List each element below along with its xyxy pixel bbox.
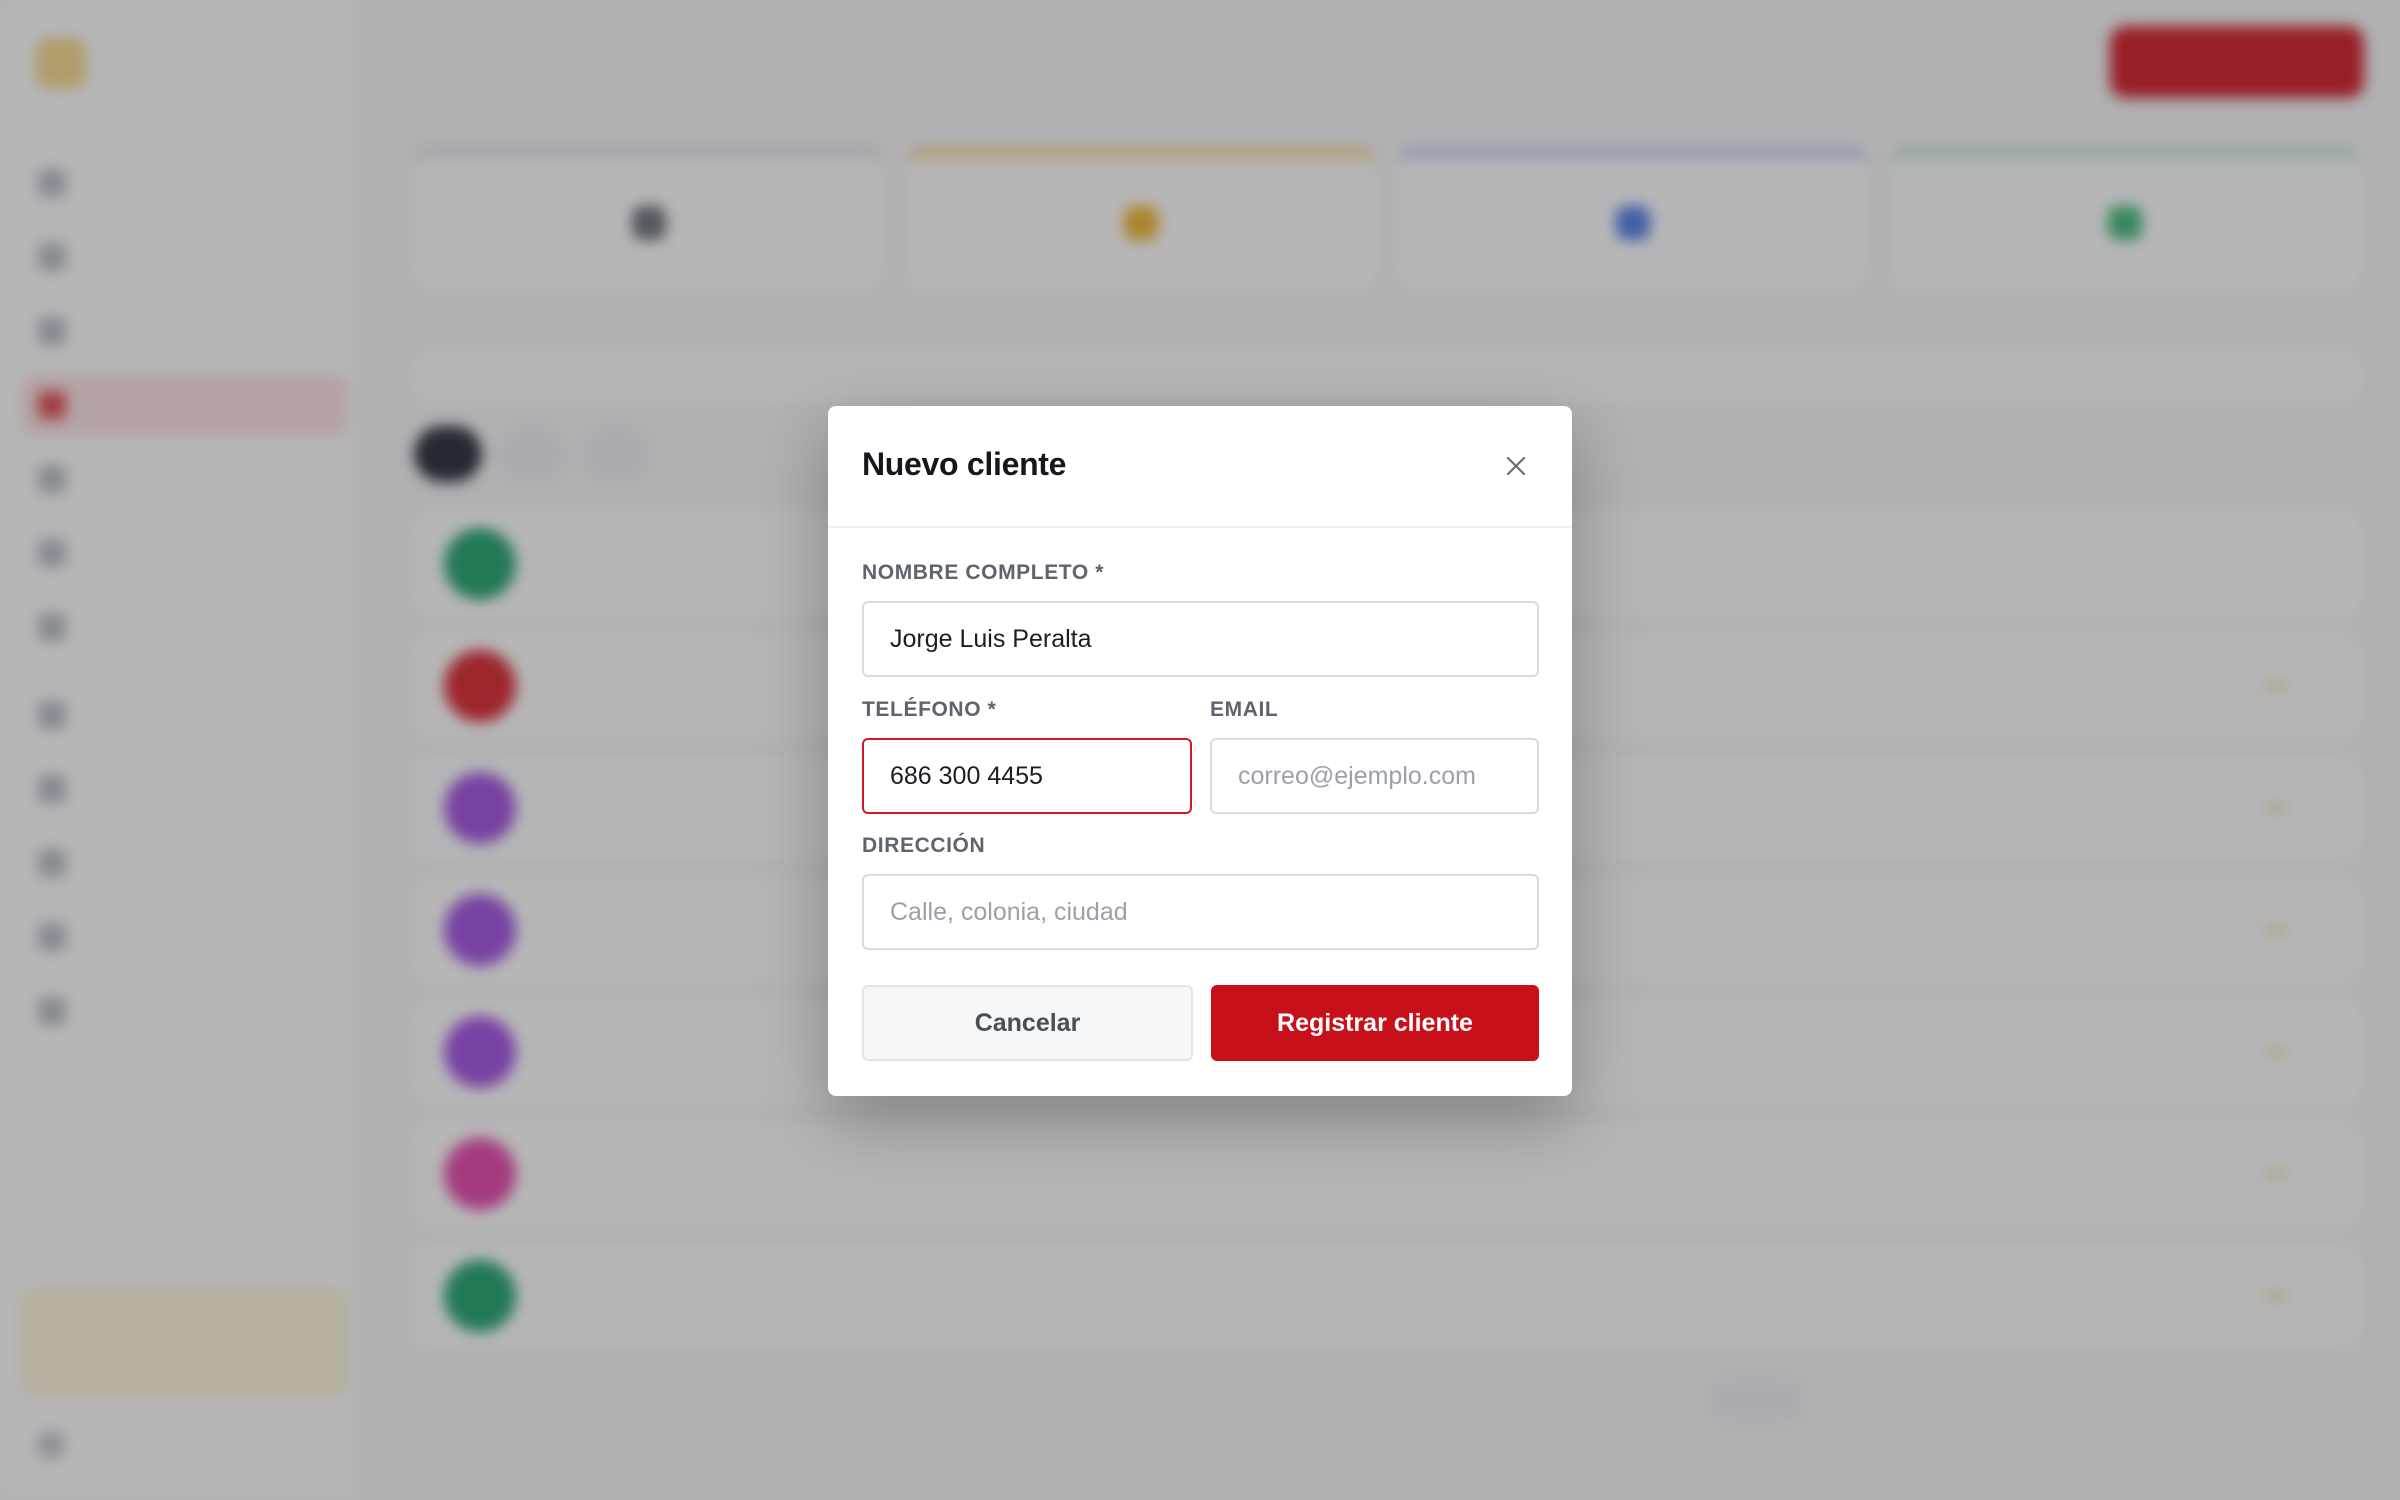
cancel-button[interactable]: Cancelar bbox=[862, 985, 1193, 1061]
phone-label: TELÉFONO * bbox=[862, 698, 997, 721]
new-client-dialog: Nuevo cliente NOMBRE COMPLETO * TELÉFONO… bbox=[828, 406, 1572, 1096]
dialog-header: Nuevo cliente bbox=[828, 406, 1572, 528]
address-input[interactable] bbox=[862, 874, 1539, 950]
email-label: EMAIL bbox=[1210, 698, 1279, 721]
register-client-button[interactable]: Registrar cliente bbox=[1211, 985, 1539, 1061]
phone-input[interactable] bbox=[862, 738, 1192, 814]
dialog-title: Nuevo cliente bbox=[862, 446, 1067, 482]
name-label: NOMBRE COMPLETO * bbox=[862, 561, 1104, 584]
address-label: DIRECCIÓN bbox=[862, 834, 986, 857]
close-button[interactable] bbox=[1494, 444, 1538, 488]
close-icon bbox=[1506, 456, 1526, 476]
full-name-input[interactable] bbox=[862, 601, 1539, 677]
email-input[interactable] bbox=[1210, 738, 1539, 814]
